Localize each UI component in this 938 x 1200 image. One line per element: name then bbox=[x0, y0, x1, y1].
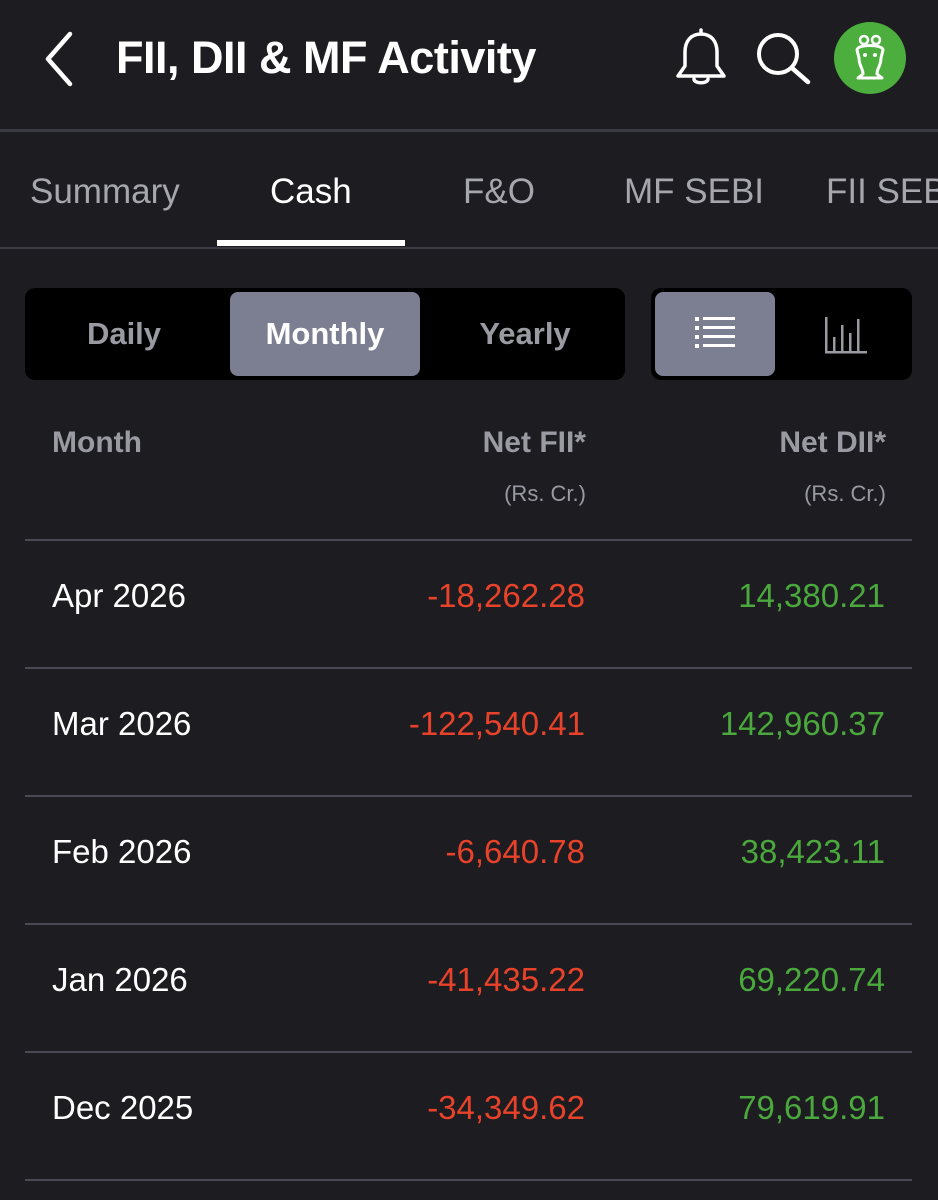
period-daily-button[interactable]: Daily bbox=[29, 292, 219, 376]
table-row[interactable]: Feb 2026 -6,640.78 38,423.11 bbox=[25, 795, 912, 922]
cell-net-fii: -122,540.41 bbox=[408, 705, 585, 742]
bell-icon bbox=[676, 28, 726, 85]
tabs-divider bbox=[0, 247, 938, 249]
list-view-icon bbox=[695, 317, 735, 348]
period-toggle: Daily Monthly Yearly bbox=[25, 288, 625, 380]
tab-bar: Summary Cash F&O MF SEBI FII SEBI bbox=[0, 132, 938, 248]
period-yearly-button[interactable]: Yearly bbox=[430, 292, 620, 376]
app-header: FII, DII & MF Activity bbox=[0, 0, 938, 130]
table-row[interactable]: Dec 2025 -34,349.62 79,619.91 bbox=[25, 1051, 912, 1178]
table-row[interactable]: Mar 2026 -122,540.41 142,960.37 bbox=[25, 667, 912, 794]
cell-net-dii: 14,380.21 bbox=[738, 577, 885, 614]
column-unit-net-fii: (Rs. Cr.) bbox=[504, 481, 586, 506]
tab-summary[interactable]: Summary bbox=[30, 172, 180, 212]
cell-net-fii: -34,349.62 bbox=[427, 1089, 585, 1126]
column-header-net-fii: Net FII* bbox=[482, 426, 586, 459]
page-title: FII, DII & MF Activity bbox=[116, 32, 536, 83]
search-icon bbox=[757, 33, 811, 85]
back-button[interactable] bbox=[36, 28, 86, 90]
chart-view-button[interactable] bbox=[785, 292, 905, 376]
cell-net-dii: 79,619.91 bbox=[738, 1089, 885, 1126]
cell-month: Apr 2026 bbox=[52, 577, 186, 614]
avatar[interactable] bbox=[834, 22, 906, 94]
cell-net-fii: -6,640.78 bbox=[445, 833, 585, 870]
row-divider bbox=[25, 923, 912, 925]
list-view-button[interactable] bbox=[655, 292, 775, 376]
tab-cash[interactable]: Cash bbox=[270, 172, 352, 212]
row-divider bbox=[25, 667, 912, 669]
tab-fii-sebi[interactable]: FII SEBI bbox=[826, 172, 938, 212]
cell-net-fii: -41,435.22 bbox=[427, 961, 585, 998]
table-row-divider-bottom bbox=[25, 1179, 912, 1200]
cell-net-dii: 142,960.37 bbox=[719, 705, 885, 742]
table-row[interactable]: Apr 2026 -18,262.28 14,380.21 bbox=[25, 539, 912, 666]
tab-mf-sebi[interactable]: MF SEBI bbox=[624, 172, 764, 212]
cell-net-fii: -18,262.28 bbox=[427, 577, 585, 614]
chevron-left-icon bbox=[45, 31, 73, 87]
active-tab-indicator bbox=[217, 240, 405, 246]
column-unit-net-dii: (Rs. Cr.) bbox=[804, 481, 886, 506]
row-divider bbox=[25, 795, 912, 797]
cell-month: Mar 2026 bbox=[52, 705, 192, 742]
chart-view-icon bbox=[825, 317, 867, 354]
cell-month: Feb 2026 bbox=[52, 833, 192, 870]
row-divider bbox=[25, 539, 912, 541]
tab-fno[interactable]: F&O bbox=[463, 172, 535, 212]
view-toggle bbox=[651, 288, 912, 380]
row-divider bbox=[25, 1179, 912, 1181]
column-header-month: Month bbox=[52, 426, 142, 459]
search-button[interactable] bbox=[752, 28, 814, 88]
notifications-button[interactable] bbox=[672, 28, 730, 88]
period-monthly-button[interactable]: Monthly bbox=[230, 292, 420, 376]
row-divider bbox=[25, 1051, 912, 1053]
column-header-net-dii: Net DII* bbox=[779, 426, 886, 459]
table-row[interactable]: Jan 2026 -41,435.22 69,220.74 bbox=[25, 923, 912, 1050]
cell-net-dii: 38,423.11 bbox=[740, 833, 885, 870]
cell-month: Jan 2026 bbox=[52, 961, 188, 998]
cell-net-dii: 69,220.74 bbox=[738, 961, 885, 998]
cell-month: Dec 2025 bbox=[52, 1089, 194, 1126]
avatar-mascot-icon bbox=[855, 34, 885, 80]
